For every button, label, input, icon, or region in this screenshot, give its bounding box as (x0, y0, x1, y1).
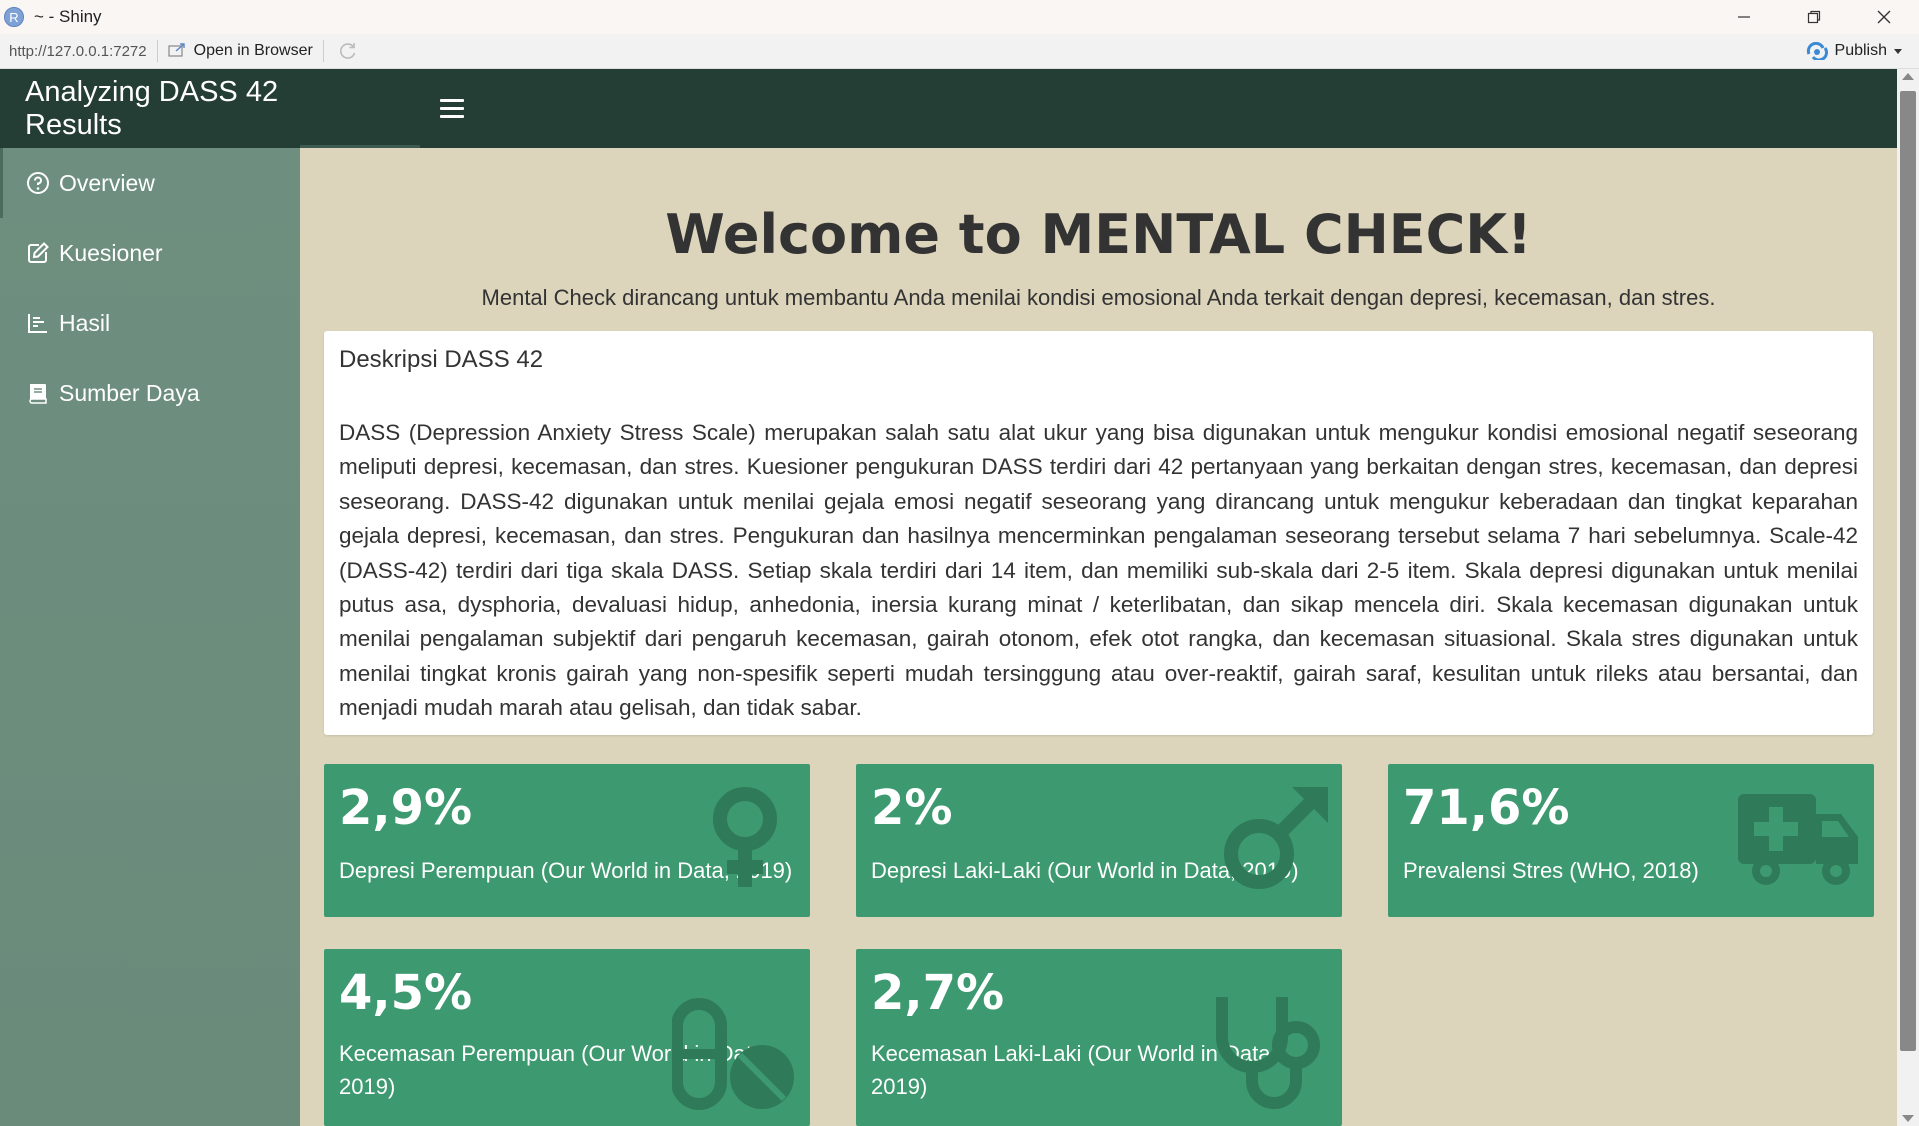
value-box-kecemasan-perempuan: 4,5% Kecemasan Perempuan (Our World in D… (324, 949, 810, 1126)
venus-icon (713, 787, 777, 887)
value-box-value: 2,9% (339, 780, 473, 836)
publish-label: Publish (1834, 42, 1887, 59)
value-box-value: 71,6% (1403, 780, 1570, 836)
refresh-icon (339, 43, 356, 59)
question-circle-icon (25, 170, 51, 196)
window-controls (1709, 0, 1919, 34)
page-title: Welcome to MENTAL CHECK! (665, 203, 1532, 266)
close-icon (1877, 10, 1891, 24)
toolbar-divider (322, 40, 324, 62)
value-box-depresi-perempuan: 2,9% Depresi Perempuan (Our World in Dat… (324, 764, 810, 917)
sidebar-item-label: Kuesioner (59, 239, 163, 266)
open-browser-icon (168, 43, 185, 57)
open-in-browser-label: Open in Browser (193, 42, 313, 59)
restore-icon (1807, 10, 1821, 24)
viewer-toolbar: http://127.0.0.1:7272 Open in Browser Pu… (0, 34, 1919, 69)
rstudio-app-icon: R (4, 7, 24, 27)
main-content: Welcome to MENTAL CHECK! Mental Check di… (300, 148, 1897, 1126)
mars-icon (1224, 787, 1328, 889)
ambulance-icon (1738, 794, 1858, 885)
restore-button[interactable] (1779, 0, 1849, 34)
value-box-value: 2,7% (871, 965, 1005, 1021)
sidebar: Overview Kuesioner Hasil Sumber Daya (0, 148, 300, 1126)
value-box-kecemasan-laki-laki: 2,7% Kecemasan Laki-Laki (Our World in D… (856, 949, 1342, 1126)
edit-icon (25, 240, 51, 266)
description-body: DASS (Depression Anxiety Stress Scale) m… (339, 420, 1858, 721)
minimize-button[interactable] (1709, 0, 1779, 34)
toolbar-divider (156, 40, 158, 62)
close-button[interactable] (1849, 0, 1919, 34)
window-titlebar: R ~ - Shiny (0, 0, 1919, 34)
book-icon (25, 380, 51, 406)
sidebar-item-kuesioner[interactable]: Kuesioner (0, 218, 300, 288)
open-in-browser-button[interactable]: Open in Browser (168, 42, 313, 60)
publish-icon (1806, 42, 1828, 60)
sidebar-item-hasil[interactable]: Hasil (0, 288, 300, 358)
sidebar-item-label: Sumber Daya (59, 379, 200, 406)
publish-button[interactable]: Publish (1805, 42, 1903, 60)
description-box: Deskripsi DASS 42 DASS (Depression Anxie… (324, 331, 1873, 735)
page-subtitle: Mental Check dirancang untuk membantu An… (481, 285, 1716, 310)
value-box-value: 4,5% (339, 965, 473, 1021)
value-box-depresi-laki-laki: 2% Depresi Laki-Laki (Our World in Data,… (856, 764, 1342, 917)
value-box-value: 2% (871, 780, 953, 836)
minimize-icon (1738, 16, 1750, 18)
sidebar-item-overview[interactable]: Overview (0, 148, 300, 218)
dashboard-header: Analyzing DASS 42 Results (0, 69, 1897, 148)
scroll-up-icon[interactable] (1902, 73, 1914, 80)
chevron-down-icon (1894, 49, 1902, 54)
refresh-button[interactable] (338, 41, 358, 61)
description-title: Deskripsi DASS 42 (339, 346, 544, 373)
chart-icon (25, 310, 51, 336)
dashboard-brand-title: Analyzing DASS 42 Results (25, 75, 279, 141)
stethoscope-icon (1216, 997, 1320, 1109)
value-box-prevalensi-stres: 71,6% Prevalensi Stres (WHO, 2018) (1388, 764, 1874, 917)
sidebar-item-label: Hasil (59, 309, 111, 336)
pills-icon (672, 998, 794, 1110)
scrollbar-thumb[interactable] (1900, 91, 1916, 1051)
scroll-down-icon[interactable] (1902, 1115, 1914, 1122)
url-text[interactable]: http://127.0.0.1:7272 (9, 43, 147, 60)
vertical-scrollbar[interactable] (1897, 69, 1919, 1126)
sidebar-item-sumber-daya[interactable]: Sumber Daya (0, 358, 300, 428)
sidebar-item-label: Overview (59, 169, 155, 196)
window-title: ~ - Shiny (34, 7, 102, 26)
sidebar-toggle-icon[interactable] (440, 99, 464, 118)
